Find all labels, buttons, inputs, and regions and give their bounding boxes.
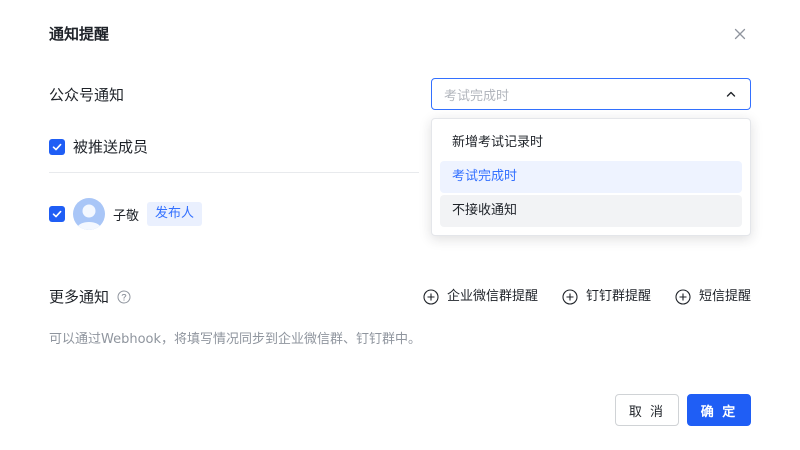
add-sms-label: 短信提醒: [698, 289, 751, 304]
option-exam-complete[interactable]: 考试完成时: [440, 161, 742, 193]
plus-circle-icon: [423, 289, 439, 305]
check-icon: [52, 210, 62, 218]
webhook-hint: 可以通过Webhook，将填写情况同步到企业微信群、钉钉群中。: [49, 332, 422, 347]
divider: [49, 172, 419, 173]
add-wecom-group-button[interactable]: 企业微信群提醒: [423, 287, 538, 307]
question-circle-icon[interactable]: [117, 290, 131, 304]
close-icon[interactable]: [730, 24, 750, 44]
user-avatar-icon: [73, 198, 105, 230]
check-icon: [52, 143, 62, 150]
add-wecom-group-label: 企业微信群提醒: [446, 289, 538, 304]
add-dingtalk-group-button[interactable]: 钉钉群提醒: [562, 287, 651, 307]
official-account-label: 公众号通知: [49, 86, 125, 104]
select-dropdown: 新增考试记录时 考试完成时 不接收通知: [431, 118, 751, 236]
member-name: 子敬: [113, 208, 140, 224]
pushed-members-label: 被推送成员: [73, 138, 149, 156]
confirm-button[interactable]: 确 定: [687, 394, 751, 426]
chevron-up-icon: [724, 87, 738, 101]
add-dingtalk-group-label: 钉钉群提醒: [585, 289, 651, 304]
more-notifications-label: 更多通知: [49, 288, 110, 306]
add-sms-button[interactable]: 短信提醒: [675, 287, 751, 307]
plus-circle-icon: [562, 289, 578, 305]
member-checkbox[interactable]: [49, 206, 65, 222]
dialog-title: 通知提醒: [49, 25, 110, 43]
more-notifications-actions: 企业微信群提醒 钉钉群提醒 短信提醒: [423, 287, 751, 307]
option-no-notify[interactable]: 不接收通知: [440, 195, 742, 227]
notification-dialog: 通知提醒 公众号通知 考试完成时 新增考试记录时 考试完成时 不接收通知 被推送…: [0, 0, 800, 450]
select-placeholder: 考试完成时: [444, 88, 510, 104]
cancel-button[interactable]: 取 消: [615, 394, 679, 426]
pushed-members-row: 被推送成员: [49, 136, 148, 157]
option-new-record[interactable]: 新增考试记录时: [440, 127, 742, 159]
publisher-badge: 发布人: [147, 202, 203, 226]
plus-circle-icon: [675, 289, 691, 305]
pushed-members-checkbox[interactable]: [49, 138, 65, 155]
member-row: 子敬 发布人: [49, 198, 203, 230]
avatar: [73, 198, 105, 230]
official-account-select[interactable]: 考试完成时: [431, 78, 751, 110]
more-notifications-title: 更多通知: [49, 287, 131, 307]
